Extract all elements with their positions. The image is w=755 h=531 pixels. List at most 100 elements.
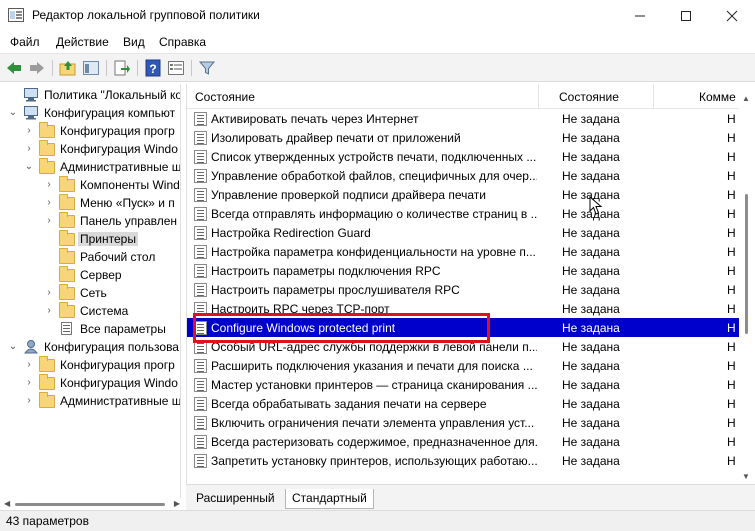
tree-item[interactable]: Рабочий стол	[3, 248, 180, 266]
tree-item[interactable]: › Компоненты Wind	[3, 176, 180, 194]
tree-item[interactable]: › Конфигурация Windo	[3, 140, 180, 158]
policy-setting-icon	[194, 321, 207, 335]
tree-horizontal-scrollbar[interactable]: ◀ ▶	[3, 498, 181, 510]
policy-name: Мастер установки принтеров — страница ск…	[211, 378, 537, 392]
scrollbar-thumb[interactable]	[15, 503, 165, 506]
policy-row[interactable]: Configure Windows protected print Не зада…	[187, 318, 755, 337]
policy-name: Всегда растеризовать содержимое, предназ…	[211, 435, 537, 449]
policy-comment: Н	[727, 207, 736, 221]
column-header-name[interactable]: Состояние	[195, 90, 255, 104]
tree-item[interactable]: › Панель управлен	[3, 212, 180, 230]
column-header-state[interactable]: Состояние	[559, 90, 619, 104]
policy-comment: Н	[727, 169, 736, 183]
tree-item[interactable]: Принтеры	[3, 230, 180, 248]
help-icon[interactable]: ?	[144, 59, 162, 77]
policy-row[interactable]: Запретить установку принтеров, использую…	[187, 451, 755, 470]
menu-action[interactable]: Действие	[56, 35, 109, 49]
policy-state: Не задана	[562, 454, 620, 468]
collapse-arrow-icon[interactable]: ›	[24, 394, 34, 408]
collapse-arrow-icon[interactable]: ›	[44, 214, 54, 228]
console-tree[interactable]: Политика "Локальный комп ⌄ Конфигурация ко…	[3, 84, 181, 498]
policy-row[interactable]: Расширить подключения указания и печати …	[187, 356, 755, 375]
scroll-up-icon[interactable]: ▲	[742, 94, 750, 103]
policy-row[interactable]: Включить ограничения печати элемента упр…	[187, 413, 755, 432]
policy-row[interactable]: Настройка параметра конфиденциальности н…	[187, 242, 755, 261]
tree-item[interactable]: › Административные ш	[3, 392, 180, 410]
collapse-arrow-icon[interactable]: ›	[24, 358, 34, 372]
policy-row[interactable]: Настроить параметры прослушивателя RPC Не…	[187, 280, 755, 299]
scroll-left-icon[interactable]: ◀	[4, 499, 10, 508]
export-list-icon[interactable]	[113, 59, 131, 77]
column-divider[interactable]	[653, 84, 654, 109]
policy-comment: Н	[727, 359, 736, 373]
scroll-down-icon[interactable]: ▼	[742, 472, 750, 481]
tree-item[interactable]: › Конфигурация прогр	[3, 122, 180, 140]
policy-row[interactable]: Настройка Redirection Guard Не задана Н	[187, 223, 755, 242]
folder-icon	[39, 356, 55, 372]
policy-row[interactable]: Настроить RPC через TCP-порт Не задана Н	[187, 299, 755, 318]
tab-standard[interactable]: Стандартный	[285, 489, 374, 509]
collapse-arrow-icon[interactable]: ›	[24, 376, 34, 390]
scrollbar-thumb[interactable]	[745, 194, 748, 334]
collapse-arrow-icon[interactable]: ›	[24, 142, 34, 156]
column-header-comment[interactable]: Комме	[699, 90, 736, 104]
list-vertical-scrollbar[interactable]: ▲ ▼	[739, 84, 755, 484]
tree-item-label: Сеть	[80, 286, 107, 300]
policy-row[interactable]: Активировать печать через Интернет Не зад…	[187, 109, 755, 128]
minimize-button[interactable]	[617, 0, 663, 31]
back-arrow-icon[interactable]	[5, 59, 23, 77]
maximize-button[interactable]	[663, 0, 709, 31]
policy-row[interactable]: Мастер установки принтеров — страница ск…	[187, 375, 755, 394]
menu-help[interactable]: Справка	[159, 35, 206, 49]
tree-item[interactable]: › Конфигурация Windo	[3, 374, 180, 392]
tree-item[interactable]: › Меню «Пуск» и п	[3, 194, 180, 212]
up-folder-icon[interactable]	[59, 59, 77, 77]
policy-name: Настройка параметра конфиденциальности н…	[211, 245, 536, 259]
tree-item[interactable]: ⌄ Административные ш	[3, 158, 180, 176]
policy-row[interactable]: Изолировать драйвер печати от приложений…	[187, 128, 755, 147]
tree-item-label: Конфигурация Windo	[60, 142, 178, 156]
tree-item[interactable]: › Система	[3, 302, 180, 320]
collapse-arrow-icon[interactable]: ›	[44, 286, 54, 300]
menu-file[interactable]: Файл	[10, 35, 40, 49]
tree-item[interactable]: › Сеть	[3, 284, 180, 302]
expand-arrow-icon[interactable]: ⌄	[8, 106, 18, 120]
policy-comment: Н	[727, 245, 736, 259]
policy-row[interactable]: Настроить параметры подключения RPC Не за…	[187, 261, 755, 280]
scroll-right-icon[interactable]: ▶	[174, 499, 180, 508]
expand-arrow-icon[interactable]: ⌄	[8, 340, 18, 354]
policy-row[interactable]: Всегда отправлять информацию о количеств…	[187, 204, 755, 223]
toolbar-separator	[52, 60, 53, 76]
collapse-arrow-icon[interactable]: ›	[44, 304, 54, 318]
menu-view[interactable]: Вид	[123, 35, 145, 49]
tree-item-label: Конфигурация компьют	[44, 106, 176, 120]
tree-item[interactable]: Сервер	[3, 266, 180, 284]
app-icon	[8, 8, 24, 22]
tab-extended[interactable]: Расширенный	[190, 489, 281, 509]
tree-item[interactable]: › Конфигурация прогр	[3, 356, 180, 374]
policy-setting-icon	[194, 283, 207, 297]
policy-comment: Н	[727, 150, 736, 164]
policy-row[interactable]: Управление проверкой подписи драйвера пе…	[187, 185, 755, 204]
filter-icon[interactable]	[198, 59, 216, 77]
column-divider[interactable]	[538, 84, 539, 109]
tree-item[interactable]: ⌄ Конфигурация компьют	[3, 104, 180, 122]
properties-icon[interactable]	[167, 59, 185, 77]
close-button[interactable]	[709, 0, 755, 31]
policy-row[interactable]: Всегда растеризовать содержимое, предназ…	[187, 432, 755, 451]
policy-row[interactable]: Особый URL-адрес службы поддержки в лево…	[187, 337, 755, 356]
collapse-arrow-icon[interactable]: ›	[24, 124, 34, 138]
collapse-arrow-icon[interactable]: ›	[44, 178, 54, 192]
all-settings-icon	[59, 321, 75, 336]
tree-item[interactable]: ⌄ Конфигурация пользова	[3, 338, 180, 356]
policy-row[interactable]: Список утвержденных устройств печати, по…	[187, 147, 755, 166]
collapse-arrow-icon[interactable]: ›	[44, 196, 54, 210]
forward-arrow-icon[interactable]	[28, 59, 46, 77]
show-hide-tree-icon[interactable]	[82, 59, 100, 77]
tree-item[interactable]: Политика "Локальный комп	[3, 86, 180, 104]
policy-comment: Н	[727, 131, 736, 145]
policy-row[interactable]: Всегда обрабатывать задания печати на се…	[187, 394, 755, 413]
tree-item[interactable]: Все параметры	[3, 320, 180, 338]
policy-row[interactable]: Управление обработкой файлов, специфичны…	[187, 166, 755, 185]
expand-arrow-icon[interactable]: ⌄	[24, 160, 34, 174]
